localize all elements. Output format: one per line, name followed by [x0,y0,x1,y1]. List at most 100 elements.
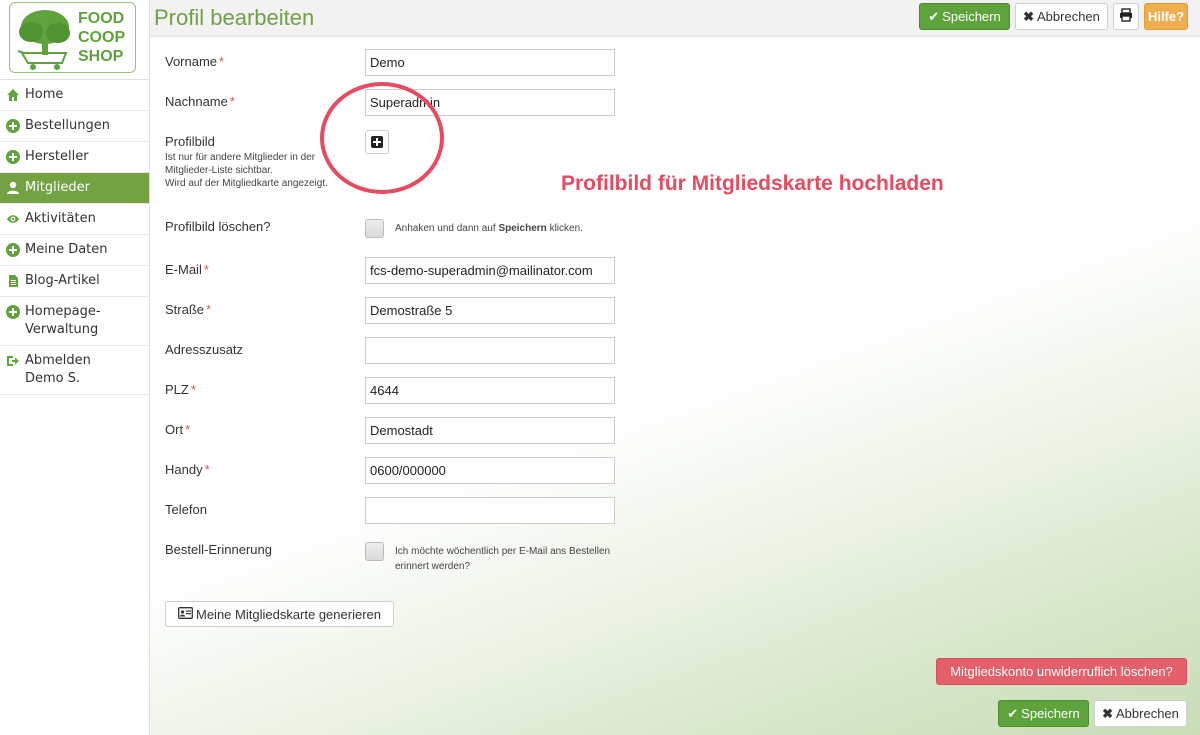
sidebar-item-meine-daten[interactable]: Meine Daten [0,235,149,266]
ort-label-text: Ort [165,422,184,437]
required-mark: * [204,462,210,477]
sidebar: FOOD COOP SHOP Home Bestellungen Herstel… [0,0,150,735]
help-button[interactable]: Hilfe? [1144,3,1188,30]
eye-icon [6,212,20,226]
adresszusatz-input[interactable] [365,337,615,364]
bottom-save-button[interactable]: ✔ Speichern [998,700,1089,727]
help-label: Hilfe? [1147,9,1185,24]
sidebar-item-hersteller[interactable]: Hersteller [0,142,149,173]
header-cancel-label: Abbrechen [1037,9,1100,24]
sidebar-item-mitglieder[interactable]: Mitglieder [0,173,149,204]
sidebar-item-label: Homepage- Verwaltung [25,303,101,339]
bestell-erinnerung-label: Bestell-Erinnerung [165,542,272,557]
required-mark: * [206,302,212,317]
sidebar-item-label: Abmelden Demo S. [25,352,91,388]
page-title: Profil bearbeiten [154,5,315,30]
strasse-label-text: Straße [165,302,205,317]
sidebar-item-home[interactable]: Home [0,80,149,111]
plz-input[interactable] [365,377,615,404]
close-icon: ✖ [1102,705,1113,721]
sidebar-item-label: Meine Daten [25,242,108,257]
required-mark: * [219,54,225,69]
sidebar-item-abmelden[interactable]: Abmelden Demo S. [0,346,149,395]
ort-input[interactable] [365,417,615,444]
plus-circle-icon [6,150,20,164]
bottom-save-label: Speichern [1021,706,1080,721]
header-save-label: Speichern [942,9,1001,24]
email-label: E-Mail * [165,262,209,277]
required-mark: * [190,382,196,397]
hint-text: Anhaken und dann auf [395,223,499,234]
sidebar-item-label-line-1: Homepage- [25,304,101,319]
strasse-input[interactable] [365,297,615,324]
sidebar-nav: Home Bestellungen Hersteller Mitglieder … [0,79,149,395]
sidebar-item-label: Hersteller [25,149,89,164]
email-label-text: E-Mail [165,262,202,277]
sidebar-item-label: Blog-Artikel [25,273,100,288]
sidebar-item-label: Home [25,87,64,102]
vorname-label-text: Vorname [165,54,218,69]
sidebar-item-homepage-verwaltung[interactable]: Homepage- Verwaltung [0,297,149,346]
handy-input[interactable] [365,457,615,484]
bottom-cancel-button[interactable]: ✖ Abbrechen [1094,700,1187,727]
sidebar-item-label-line-2: Verwaltung [25,322,99,337]
ort-label: Ort * [165,422,190,437]
bestell-erinnerung-hint-line-2: erinnert werden? [395,561,471,572]
sidebar-item-label-line-1: Abmelden [25,353,91,368]
email-input[interactable] [365,257,615,284]
bottom-cancel-label: Abbrechen [1116,706,1179,721]
nachname-label: Nachname * [165,94,235,109]
delete-account-label: Mitgliedskonto unwiderruflich löschen? [950,664,1173,679]
sidebar-item-label: Mitglieder [25,180,90,195]
required-mark: * [203,262,209,277]
generate-member-card-button[interactable]: Meine Mitgliedskarte generieren [165,601,394,627]
annotation-circle [320,82,444,194]
plus-circle-icon [6,243,20,257]
profilbild-loeschen-checkbox[interactable] [365,219,384,238]
handy-label: Handy * [165,462,210,477]
logo-line-1: FOOD [78,10,125,27]
print-icon [1119,8,1133,25]
id-card-icon [178,606,193,622]
plz-label-text: PLZ [165,382,189,397]
plus-circle-icon [6,305,20,319]
nachname-label-text: Nachname [165,94,228,109]
annotation-text: Profilbild für Mitgliedskarte hochladen [561,172,944,195]
hint-text: klicken. [546,223,583,234]
bestell-erinnerung-hint: Ich möchte wöchentlich per E-Mail ans Be… [395,544,610,574]
adresszusatz-label: Adresszusatz [165,342,244,357]
profilbild-hint-line-2: Mitglieder-Liste sichtbar. [165,165,273,176]
telefon-input[interactable] [365,497,615,524]
profilbild-hint: Ist nur für andere Mitglieder in der Mit… [165,151,328,190]
profilbild-hint-line-1: Ist nur für andere Mitglieder in der [165,152,316,163]
food-coop-shop-logo[interactable]: FOOD COOP SHOP [9,2,136,73]
logo-line-3: SHOP [78,48,124,65]
vorname-input[interactable] [365,49,615,76]
delete-account-button[interactable]: Mitgliedskonto unwiderruflich löschen? [936,658,1187,685]
check-icon: ✔ [928,8,940,24]
close-icon: ✖ [1023,8,1034,24]
sidebar-item-bestellungen[interactable]: Bestellungen [0,111,149,142]
tree-cart-icon [17,10,70,70]
strasse-label: Straße * [165,302,211,317]
check-icon: ✔ [1007,705,1019,721]
sign-out-icon [6,354,20,368]
header-cancel-button[interactable]: ✖ Abbrechen [1015,3,1108,30]
sidebar-item-aktivitaeten[interactable]: Aktivitäten [0,204,149,235]
sidebar-item-label: Aktivitäten [25,211,96,226]
main-content: Profil bearbeiten ✔ Speichern ✖ Abbreche… [150,0,1200,735]
bestell-erinnerung-checkbox[interactable] [365,542,384,561]
bestell-erinnerung-hint-line-1: Ich möchte wöchentlich per E-Mail ans Be… [395,546,611,557]
required-mark: * [229,94,235,109]
sidebar-item-blog-artikel[interactable]: Blog-Artikel [0,266,149,297]
document-icon [6,274,20,288]
header-save-button[interactable]: ✔ Speichern [919,3,1010,30]
handy-label-text: Handy [165,462,203,477]
logo-line-2: COOP [78,29,126,46]
profilbild-loeschen-hint: Anhaken und dann auf Speichern klicken. [395,221,583,236]
print-button[interactable] [1113,3,1139,30]
profilbild-hint-line-3: Wird auf der Mitgliedkarte angezeigt. [165,178,328,189]
plus-circle-icon [6,119,20,133]
home-icon [6,88,20,102]
generate-member-card-label: Meine Mitgliedskarte generieren [196,606,381,622]
